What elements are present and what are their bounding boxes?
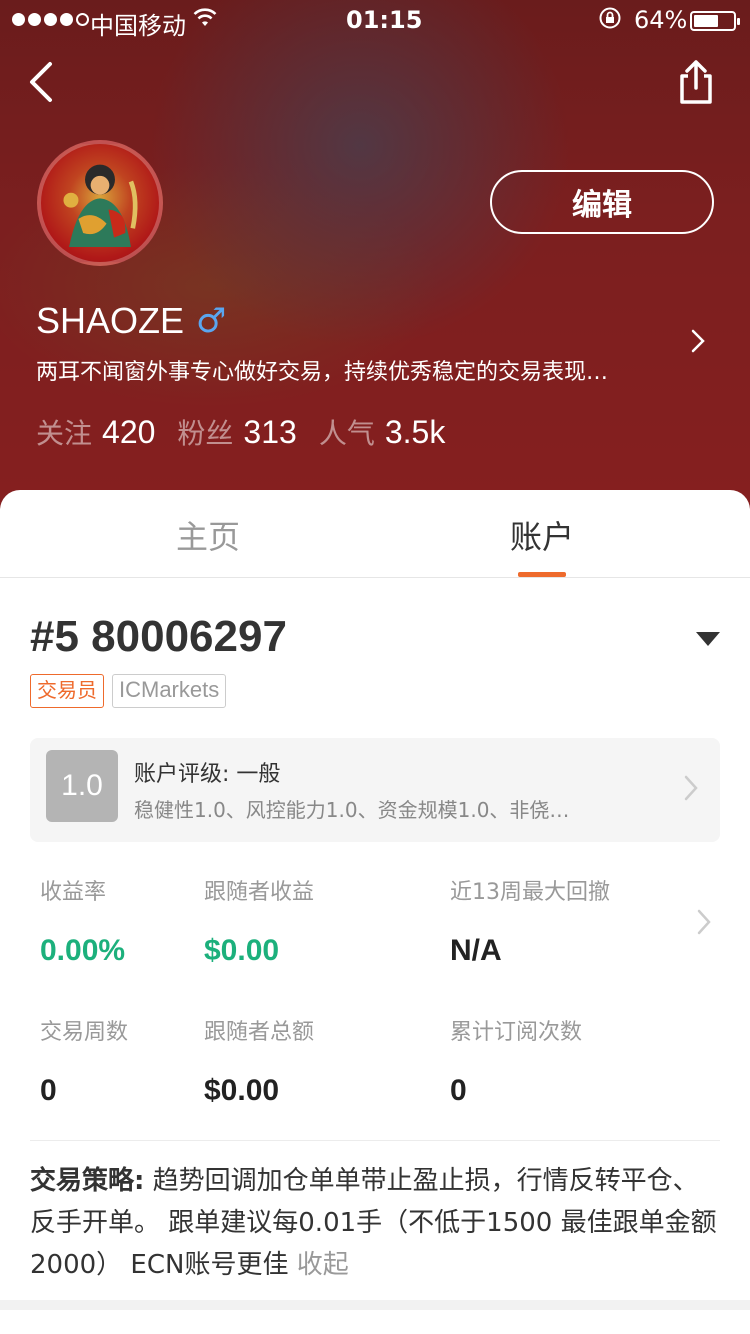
metric-label: 近13周最大回撤	[450, 880, 610, 905]
following-count[interactable]: 420	[102, 414, 155, 451]
trading-strategy: 交易策略: 趋势回调加仓单单带止盈止损，行情反转平仓、反手开单。 跟单建议每0.…	[30, 1160, 720, 1286]
edit-profile-button[interactable]: 编辑	[490, 170, 714, 234]
back-button[interactable]	[22, 58, 62, 106]
active-tab-indicator	[518, 572, 566, 577]
account-number: #5 80006297	[30, 612, 287, 661]
metric-value: 0.00%	[40, 934, 126, 967]
followers-label: 粉丝	[177, 417, 234, 450]
metric-value: $0.00	[204, 1074, 280, 1107]
trader-badge: 交易员	[30, 674, 104, 708]
metric-label: 跟随者总额	[204, 1020, 315, 1045]
tab-account[interactable]: 账户	[510, 512, 574, 558]
metric-follower-profit: 跟随者收益 $0.00	[204, 874, 314, 968]
profile-header: 中国移动 01:15 64% 编辑 SHAOZE ♂ 两耳不闻窗外事专心做好交易…	[0, 0, 750, 520]
metric-label: 跟随者收益	[204, 880, 315, 905]
popularity-count: 3.5k	[384, 414, 446, 450]
bottom-section-peek	[0, 1310, 750, 1334]
rating-title: 账户评级: 一般	[134, 762, 281, 787]
collapse-link[interactable]: 收起	[297, 1250, 349, 1280]
metric-value: N/A	[450, 934, 502, 967]
metric-trading-weeks: 交易周数 0	[40, 1014, 128, 1108]
avatar[interactable]	[37, 140, 163, 266]
following-label: 关注	[36, 417, 93, 450]
strategy-label: 交易策略:	[30, 1166, 145, 1196]
username-row: SHAOZE ♂	[36, 300, 227, 342]
battery-percent: 64%	[634, 6, 688, 34]
divider	[30, 1140, 720, 1141]
metric-max-drawdown: 近13周最大回撤 N/A	[450, 874, 610, 968]
status-bar: 中国移动 01:15 64%	[0, 0, 750, 40]
chevron-right-icon	[682, 772, 700, 804]
username: SHAOZE	[36, 300, 185, 341]
metric-label: 累计订阅次数	[450, 1020, 583, 1045]
dropdown-arrow-icon[interactable]	[696, 632, 720, 646]
battery-icon	[690, 11, 740, 31]
chevron-right-icon[interactable]	[694, 906, 714, 938]
metric-follower-total: 跟随者总额 $0.00	[204, 1014, 314, 1108]
wifi-icon	[192, 6, 218, 34]
metric-label: 交易周数	[40, 1020, 129, 1045]
carrier-name: 中国移动	[90, 12, 186, 40]
metric-value: $0.00	[204, 934, 280, 967]
metric-return-rate: 收益率 0.00%	[40, 874, 125, 968]
broker-badge: ICMarkets	[112, 674, 227, 708]
metric-label: 收益率	[40, 880, 107, 905]
account-badges: 交易员 ICMarkets	[30, 674, 227, 708]
rating-description: 稳健性1.0、风控能力1.0、资金规模1.0、非侥…	[134, 798, 570, 822]
metric-value: 0	[40, 1074, 57, 1107]
male-gender-icon: ♂	[196, 301, 227, 341]
popularity-label: 人气	[318, 417, 375, 450]
profile-stats: 关注 420 粉丝 313 人气 3.5k	[36, 412, 467, 452]
metric-value: 0	[450, 1074, 467, 1107]
share-icon	[680, 60, 712, 104]
share-button[interactable]	[674, 58, 718, 106]
account-rating[interactable]: 1.0 账户评级: 一般 稳健性1.0、风控能力1.0、资金规模1.0、非侥…	[30, 738, 720, 842]
rating-score: 1.0	[46, 750, 118, 822]
tab-bar: 主页 账户	[0, 490, 750, 578]
metric-subscription-count: 累计订阅次数 0	[450, 1014, 582, 1108]
rotation-lock-icon	[598, 6, 622, 36]
content-card: 主页 账户 #5 80006297 交易员 ICMarkets 1.0 账户评级…	[0, 490, 750, 1300]
profile-bio[interactable]: 两耳不闻窗外事专心做好交易，持续优秀稳定的交易表现…	[36, 354, 666, 386]
followers-count[interactable]: 313	[243, 414, 296, 451]
tab-home[interactable]: 主页	[176, 512, 240, 558]
clock: 01:15	[346, 6, 423, 34]
chevron-right-icon[interactable]	[688, 326, 708, 356]
signal-strength-icon	[12, 13, 89, 26]
